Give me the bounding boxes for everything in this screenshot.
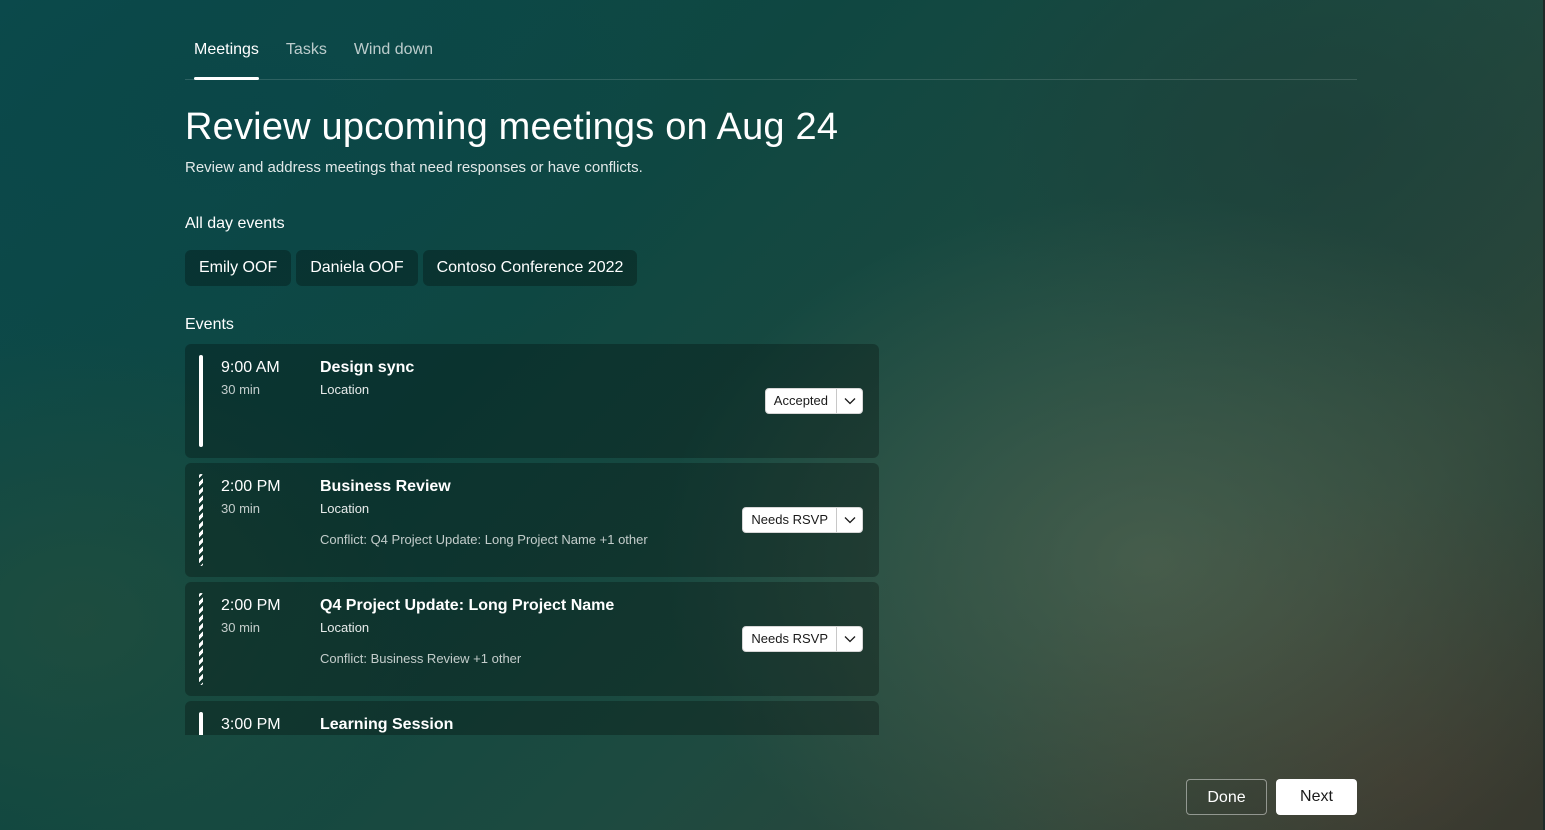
event-title: Business Review	[320, 478, 451, 495]
all-day-chip-emily-oof[interactable]: Emily OOF	[185, 250, 292, 286]
event-location: Location	[320, 382, 370, 397]
all-day-chip-daniela-oof[interactable]: Daniela OOF	[296, 250, 418, 286]
page-subtitle: Review and address meetings that need re…	[185, 159, 643, 176]
all-day-events-label: All day events	[185, 215, 285, 232]
chevron-down-icon[interactable]	[836, 508, 862, 532]
event-location: Location	[320, 620, 370, 635]
event-title: Design sync	[320, 359, 415, 376]
event-location: Location	[320, 501, 370, 516]
event-card[interactable]: 3:00 PM Learning Session	[185, 701, 879, 735]
event-conflict: Conflict: Q4 Project Update: Long Projec…	[320, 532, 648, 547]
tab-wind-down[interactable]: Wind down	[345, 36, 442, 75]
event-time: 9:00 AM	[221, 359, 280, 376]
event-status-bar	[199, 355, 203, 447]
event-conflict: Conflict: Business Review +1 other	[320, 651, 522, 666]
event-time: 2:00 PM	[221, 478, 281, 495]
rsvp-status[interactable]: Needs RSVP	[743, 627, 836, 651]
event-time: 2:00 PM	[221, 597, 281, 614]
rsvp-status[interactable]: Accepted	[766, 389, 836, 413]
event-title: Learning Session	[320, 716, 454, 733]
event-duration: 30 min	[221, 501, 261, 516]
rsvp-dropdown[interactable]: Needs RSVP	[742, 626, 863, 652]
event-status-bar	[199, 593, 203, 685]
all-day-events-list: Emily OOF Daniela OOF Contoso Conference…	[185, 250, 638, 286]
tab-bar: Meetings Tasks Wind down	[185, 36, 1357, 80]
chevron-down-icon[interactable]	[836, 627, 862, 651]
rsvp-dropdown[interactable]: Accepted	[764, 388, 863, 414]
event-title: Q4 Project Update: Long Project Name	[320, 597, 615, 614]
rsvp-status[interactable]: Needs RSVP	[743, 508, 836, 532]
rsvp-dropdown[interactable]: Needs RSVP	[742, 507, 863, 533]
all-day-chip-contoso-conference[interactable]: Contoso Conference 2022	[422, 250, 638, 286]
page-title: Review upcoming meetings on Aug 24	[185, 106, 839, 148]
event-status-bar	[199, 474, 203, 566]
event-card[interactable]: 2:00 PM 30 min Q4 Project Update: Long P…	[185, 582, 879, 696]
tab-tasks[interactable]: Tasks	[277, 36, 336, 75]
event-status-bar	[199, 712, 203, 735]
event-duration: 30 min	[221, 620, 261, 635]
done-button[interactable]: Done	[1186, 779, 1267, 815]
event-card[interactable]: 2:00 PM 30 min Business Review Location …	[185, 463, 879, 577]
event-card[interactable]: 9:00 AM 30 min Design sync Location Acce…	[185, 344, 879, 458]
event-duration: 30 min	[221, 382, 261, 397]
event-time: 3:00 PM	[221, 716, 281, 733]
events-label: Events	[185, 316, 234, 333]
next-button[interactable]: Next	[1276, 779, 1357, 815]
chevron-down-icon[interactable]	[836, 389, 862, 413]
tab-meetings[interactable]: Meetings	[185, 36, 268, 80]
events-list[interactable]: 9:00 AM 30 min Design sync Location Acce…	[185, 344, 879, 735]
